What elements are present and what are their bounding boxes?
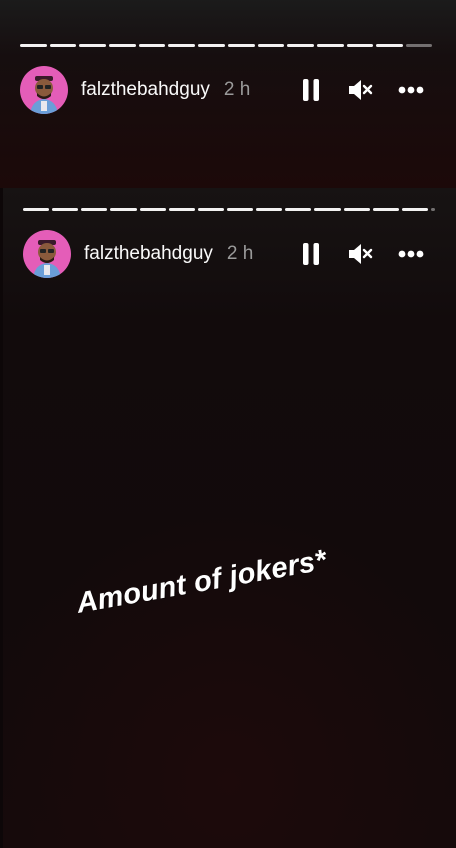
- progress-segment: [110, 208, 137, 211]
- progress-segment: [168, 44, 196, 47]
- pause-button[interactable]: [286, 70, 336, 110]
- story-progress-bar: [20, 44, 432, 47]
- progress-segment: [23, 208, 50, 211]
- volume-muted-icon: [349, 80, 373, 100]
- more-options-icon: [398, 250, 424, 258]
- story-controls: [286, 70, 436, 110]
- post-time: 2 h: [226, 243, 254, 264]
- progress-segment: [257, 44, 285, 47]
- progress-segment-remaining: [430, 208, 435, 211]
- story-progress-bar: [23, 208, 435, 211]
- volume-muted-icon: [349, 244, 373, 264]
- progress-segment: [343, 208, 370, 211]
- avatar[interactable]: [23, 230, 71, 278]
- pause-icon: [303, 243, 319, 265]
- post-time: 2 h: [223, 79, 251, 100]
- background-story[interactable]: falzthebahdguy 2 h: [0, 0, 456, 188]
- progress-segment: [287, 44, 314, 47]
- progress-segment: [197, 208, 224, 211]
- progress-segment: [81, 208, 108, 211]
- progress-segment-remaining: [405, 44, 432, 47]
- story-caption: Amount of jokers*: [74, 544, 330, 620]
- story-controls: [286, 234, 436, 274]
- mute-button[interactable]: [336, 234, 386, 274]
- progress-segment: [52, 208, 79, 211]
- progress-segment: [316, 44, 344, 47]
- progress-segment: [314, 208, 341, 211]
- pause-button[interactable]: [286, 234, 336, 274]
- username[interactable]: falzthebahdguy: [84, 243, 213, 265]
- progress-segment: [109, 44, 136, 47]
- progress-segment: [376, 44, 403, 47]
- more-options-icon: [398, 86, 424, 94]
- more-options-button[interactable]: [386, 234, 436, 274]
- progress-segment: [256, 208, 283, 211]
- progress-segment: [138, 44, 166, 47]
- story-header: falzthebahdguy 2 h: [23, 230, 436, 278]
- progress-segment: [79, 44, 107, 47]
- progress-segment: [20, 44, 47, 47]
- progress-segment: [198, 44, 225, 47]
- progress-segment: [401, 208, 428, 211]
- progress-segment: [227, 44, 255, 47]
- pause-icon: [303, 79, 319, 101]
- progress-segment: [346, 44, 374, 47]
- progress-segment: [226, 208, 254, 211]
- mute-button[interactable]: [336, 70, 386, 110]
- progress-segment: [139, 208, 166, 211]
- more-options-button[interactable]: [386, 70, 436, 110]
- progress-segment: [168, 208, 195, 211]
- progress-segment: [285, 208, 312, 211]
- active-story[interactable]: falzthebahdguy 2 h Amount of jokers*: [3, 188, 456, 848]
- progress-segment: [372, 208, 399, 211]
- avatar[interactable]: [20, 66, 68, 114]
- username[interactable]: falzthebahdguy: [81, 79, 210, 101]
- progress-segment: [49, 44, 77, 47]
- story-header: falzthebahdguy 2 h: [20, 66, 436, 114]
